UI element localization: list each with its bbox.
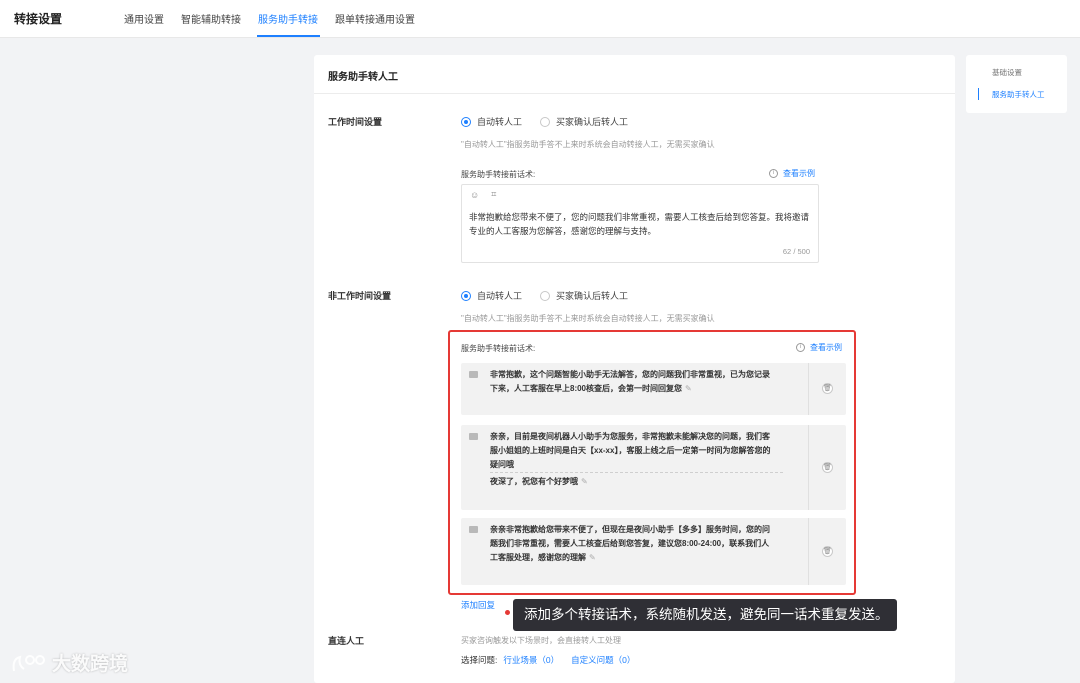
off-time-radio-confirm-label[interactable]: 买家确认后转人工 xyxy=(556,289,628,302)
work-time-example-link[interactable]: i 查看示例 xyxy=(769,168,815,179)
info-icon: i xyxy=(769,169,778,178)
off-time-radio-group: 自动转人工 买家确认后转人工 xyxy=(461,289,646,302)
line-separator xyxy=(490,472,783,473)
tab-follow-order-transfer[interactable]: 跟单转接通用设置 xyxy=(335,11,415,26)
work-time-radio-confirm[interactable] xyxy=(540,116,551,127)
message-icon xyxy=(469,526,478,533)
industry-scene-link[interactable]: 行业场景（0） xyxy=(503,654,559,666)
reply-delete-zone: 🗑 xyxy=(808,425,846,510)
reply-delete-zone: 🗑 xyxy=(808,363,846,415)
trash-icon[interactable]: 🗑 xyxy=(822,546,833,557)
work-time-radio-auto-label[interactable]: 自动转人工 xyxy=(477,115,522,128)
work-time-radio-auto[interactable] xyxy=(461,116,471,127)
add-reply-link[interactable]: 添加回复 xyxy=(461,599,495,611)
reply-text[interactable]: 亲亲，目前是夜间机器人小助手为您服务，非常抱歉未能解决您的问题，我们客服小姐姐的… xyxy=(490,430,775,472)
panel-title: 服务助手转人工 xyxy=(328,72,398,83)
reply-text[interactable]: 非常抱歉，这个问题智能小助手无法解答，您的问题我们非常重视，已为您记录下来，人工… xyxy=(490,368,775,396)
reply-item-1[interactable]: 非常抱歉，这个问题智能小助手无法解答，您的问题我们非常重视，已为您记录下来，人工… xyxy=(461,363,846,415)
tooltip: 添加多个转接话术，系统随机发送，避免同一话术重复发送。 xyxy=(513,599,897,631)
anchor-item-service-assistant[interactable]: 服务助手转人工 xyxy=(992,89,1045,100)
reply-item-2[interactable]: 亲亲，目前是夜间机器人小助手为您服务，非常抱歉未能解决您的问题，我们客服小姐姐的… xyxy=(461,425,846,510)
edit-icon[interactable]: ✎ xyxy=(685,384,692,393)
variable-icon[interactable]: ⌗ xyxy=(491,189,496,200)
work-time-hint: "自动转人工"指服务助手答不上来时系统会自动转接人工，无需买家确认 xyxy=(461,140,715,149)
tab-service-assistant-transfer[interactable]: 服务助手转接 xyxy=(258,11,318,26)
pointer-dot xyxy=(505,610,510,615)
reply-delete-zone: 🗑 xyxy=(808,518,846,585)
direct-human-label: 直连人工 xyxy=(328,636,365,646)
off-time-radio-auto-label[interactable]: 自动转人工 xyxy=(477,289,522,302)
off-time-radio-auto[interactable] xyxy=(461,290,471,301)
reply-item-3[interactable]: 亲亲非常抱歉给您带来不便了，但现在是夜间小助手【多多】服务时间，您的问题我们非常… xyxy=(461,518,846,585)
work-time-radio-confirm-label[interactable]: 买家确认后转人工 xyxy=(556,115,628,128)
active-tab-indicator xyxy=(257,35,320,37)
info-icon: i xyxy=(796,343,805,352)
work-time-label: 工作时间设置 xyxy=(328,117,383,127)
emoji-icon[interactable]: ☺ xyxy=(470,190,479,200)
select-question-label: 选择问题: xyxy=(461,655,498,665)
off-time-radio-confirm[interactable] xyxy=(540,290,551,301)
top-nav-bar: 转接设置 通用设置 智能辅助转接 服务助手转接 跟单转接通用设置 xyxy=(0,0,1080,38)
work-time-radio-group: 自动转人工 买家确认后转人工 xyxy=(461,115,646,128)
settings-panel: 服务助手转人工 工作时间设置 自动转人工 买家确认后转人工 "自动转人工"指服务… xyxy=(314,55,955,683)
work-time-script-label: 服务助手转接前话术: xyxy=(461,170,536,179)
watermark-logo-icon xyxy=(12,654,45,671)
watermark-text: 大数跨境 xyxy=(52,654,129,675)
select-question-row: 选择问题: 行业场景（0） 自定义问题（0） xyxy=(461,654,641,666)
editor-toolbar: ☺ ⌗ xyxy=(470,189,508,200)
off-time-script-label: 服务助手转接前话术: xyxy=(461,344,536,353)
custom-question-link[interactable]: 自定义问题（0） xyxy=(571,654,635,666)
anchor-nav: 基础设置 服务助手转人工 xyxy=(966,55,1067,113)
tab-smart-assist-transfer[interactable]: 智能辅助转接 xyxy=(181,11,241,26)
direct-human-hint: 买家咨询触发以下场景时，会直接转人工处理 xyxy=(461,636,621,645)
off-time-example-link[interactable]: i 查看示例 xyxy=(796,342,842,353)
edit-icon[interactable]: ✎ xyxy=(581,477,588,486)
char-counter: 62 / 500 xyxy=(782,247,810,256)
message-icon xyxy=(469,433,478,440)
reply-text-line-2[interactable]: 夜深了，祝您有个好梦哦 ✎ xyxy=(490,475,775,489)
watermark: 大数跨境 xyxy=(10,649,128,676)
trash-icon[interactable]: 🗑 xyxy=(822,462,833,473)
off-time-hint: "自动转人工"指服务助手答不上来时系统会自动转接人工，无需买家确认 xyxy=(461,314,715,323)
work-time-script-text[interactable]: 非常抱歉给您带来不便了，您的问题我们非常重视，需要人工核查后给到您答复。我将邀请… xyxy=(469,210,814,238)
anchor-item-basic[interactable]: 基础设置 xyxy=(992,67,1022,78)
message-icon xyxy=(469,371,478,378)
reply-text[interactable]: 亲亲非常抱歉给您带来不便了，但现在是夜间小助手【多多】服务时间，您的问题我们非常… xyxy=(490,523,775,565)
page-title: 转接设置 xyxy=(14,12,63,26)
panel-divider xyxy=(314,93,955,94)
edit-icon[interactable]: ✎ xyxy=(589,553,596,562)
tab-general-settings[interactable]: 通用设置 xyxy=(124,11,164,26)
off-time-label: 非工作时间设置 xyxy=(328,291,392,301)
anchor-active-bar xyxy=(978,88,979,100)
work-time-script-editor[interactable]: ☺ ⌗ 非常抱歉给您带来不便了，您的问题我们非常重视，需要人工核查后给到您答复。… xyxy=(461,184,819,263)
trash-icon[interactable]: 🗑 xyxy=(822,383,833,394)
